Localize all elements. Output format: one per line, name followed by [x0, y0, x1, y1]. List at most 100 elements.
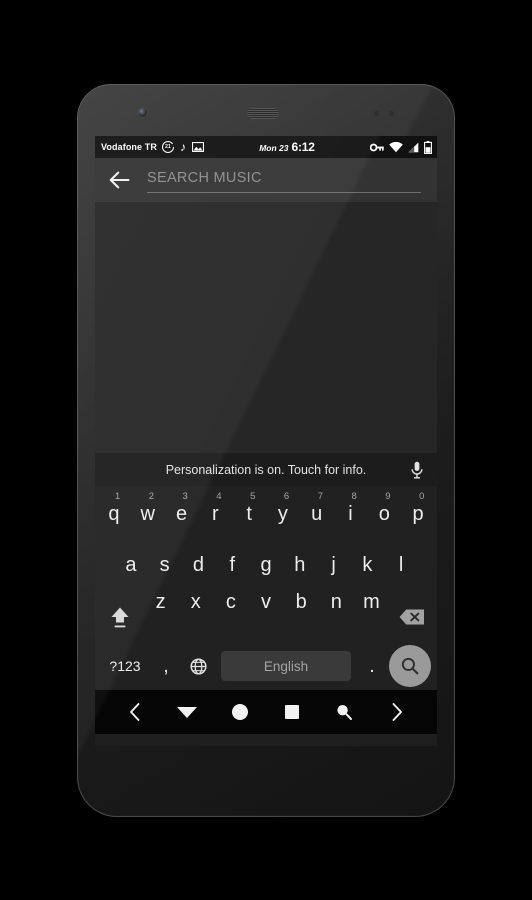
- key-hint-7: 7: [317, 491, 323, 502]
- microphone-icon[interactable]: [411, 461, 423, 479]
- key-label-y: y: [277, 503, 288, 525]
- nav-hide-keyboard-icon[interactable]: [168, 693, 206, 731]
- key-c[interactable]: c: [213, 592, 248, 612]
- key-a[interactable]: a: [114, 540, 148, 590]
- soft-keyboard: Personalization is on. Touch for info. 1…: [95, 453, 437, 690]
- key-label-w: w: [140, 503, 155, 525]
- keyboard-suggestion-strip[interactable]: Personalization is on. Touch for info.: [95, 453, 437, 486]
- back-arrow-icon[interactable]: [107, 167, 133, 193]
- key-label-u: u: [311, 503, 323, 525]
- key-label-n: n: [330, 591, 342, 613]
- key-label-e: e: [175, 503, 188, 525]
- key-label-s: s: [159, 554, 170, 576]
- search-results-area: [95, 202, 437, 453]
- key-label-v: v: [260, 591, 271, 613]
- key-hint-8: 8: [351, 491, 357, 502]
- comma-key-label: ,: [163, 655, 169, 677]
- key-m[interactable]: m: [354, 592, 389, 612]
- key-y[interactable]: 6y: [266, 490, 300, 538]
- search-action-bar: [95, 158, 437, 202]
- key-label-m: m: [363, 591, 380, 613]
- key-label-c: c: [225, 591, 236, 613]
- key-k[interactable]: k: [350, 540, 384, 590]
- status-date-label: Mon 23: [259, 143, 289, 153]
- key-b[interactable]: b: [284, 592, 319, 612]
- phone-device: Vodafone TR 21 ♪ Mon 23 6:12 SEARCH MUSI…: [77, 84, 455, 817]
- nav-prev-icon[interactable]: [116, 693, 154, 731]
- status-bar: Vodafone TR 21 ♪ Mon 23 6:12: [95, 136, 437, 158]
- key-x[interactable]: x: [178, 592, 213, 612]
- key-label-b: b: [295, 591, 307, 613]
- key-p[interactable]: 0p: [401, 490, 435, 538]
- key-z[interactable]: z: [143, 592, 178, 612]
- key-w[interactable]: 2w: [131, 490, 165, 538]
- battery-icon: [424, 140, 432, 154]
- key-j[interactable]: j: [317, 540, 351, 590]
- key-label-j: j: [331, 554, 336, 576]
- key-hint-2: 2: [148, 491, 154, 502]
- shift-key[interactable]: [97, 592, 143, 642]
- nav-search-icon[interactable]: [325, 693, 363, 731]
- key-v[interactable]: v: [248, 592, 283, 612]
- key-i[interactable]: 8i: [334, 490, 368, 538]
- key-label-d: d: [192, 554, 204, 576]
- nav-recents-icon[interactable]: [273, 693, 311, 731]
- key-g[interactable]: g: [249, 540, 283, 590]
- key-label-h: h: [294, 554, 306, 576]
- key-label-g: g: [260, 554, 272, 576]
- key-label-z: z: [155, 591, 166, 613]
- key-hint-1: 1: [114, 491, 121, 502]
- period-key[interactable]: .: [357, 657, 387, 676]
- key-d[interactable]: d: [182, 540, 216, 590]
- status-bar-clock: Mon 23 6:12: [204, 140, 370, 154]
- key-label-p: p: [412, 503, 424, 525]
- earpiece-speaker-icon: [247, 108, 279, 119]
- globe-icon[interactable]: [181, 657, 215, 675]
- nav-home-icon[interactable]: [221, 693, 259, 731]
- space-key[interactable]: English: [221, 651, 351, 681]
- symbols-key-label: ?123: [109, 658, 141, 674]
- nav-next-icon[interactable]: [378, 693, 416, 731]
- key-label-l: l: [398, 554, 404, 576]
- image-icon: [191, 142, 204, 152]
- key-hint-3: 3: [182, 491, 188, 502]
- key-e[interactable]: 3e: [165, 490, 199, 538]
- status-bar-right-icons: [370, 140, 432, 154]
- keyboard-row-1: 1q2w3e4r5t6y7u8i9o0p: [95, 486, 437, 538]
- key-u[interactable]: 7u: [300, 490, 334, 538]
- key-s[interactable]: s: [148, 540, 182, 590]
- key-label-t: t: [246, 503, 252, 525]
- key-label-i: i: [348, 503, 353, 525]
- symbols-key[interactable]: ?123: [99, 658, 151, 674]
- status-time-label: 6:12: [291, 140, 315, 154]
- carrier-label: Vodafone TR: [101, 142, 157, 152]
- backspace-key[interactable]: [389, 592, 435, 642]
- space-key-label: English: [263, 658, 309, 674]
- period-key-label: .: [369, 655, 375, 677]
- search-enter-key[interactable]: [389, 645, 431, 687]
- key-q[interactable]: 1q: [97, 490, 131, 538]
- key-r[interactable]: 4r: [198, 490, 232, 538]
- comma-key[interactable]: ,: [151, 657, 181, 676]
- key-hint-4: 4: [216, 491, 222, 502]
- proximity-sensor-icon: [374, 111, 379, 116]
- key-hint-6: 6: [283, 491, 290, 502]
- vpn-key-icon: [370, 142, 384, 153]
- key-hint-0: 0: [419, 491, 425, 502]
- key-label-o: o: [378, 503, 390, 525]
- key-n[interactable]: n: [319, 592, 354, 612]
- key-label-k: k: [362, 554, 373, 576]
- signal-icon: [408, 142, 419, 153]
- key-t[interactable]: 5t: [232, 490, 266, 538]
- key-o[interactable]: 9o: [367, 490, 401, 538]
- key-label-f: f: [229, 554, 235, 576]
- keyboard-row-4: ?123 , English .: [95, 642, 437, 690]
- key-label-x: x: [190, 591, 201, 613]
- key-h[interactable]: h: [283, 540, 317, 590]
- keyboard-row-3-letters: z x c v b nm: [143, 592, 389, 612]
- key-f[interactable]: f: [215, 540, 249, 590]
- search-input[interactable]: [147, 167, 421, 193]
- key-l[interactable]: l: [384, 540, 418, 590]
- keyboard-row-3: z x c v b nm: [95, 590, 437, 642]
- phone-screen: Vodafone TR 21 ♪ Mon 23 6:12 SEARCH MUSI…: [95, 136, 437, 746]
